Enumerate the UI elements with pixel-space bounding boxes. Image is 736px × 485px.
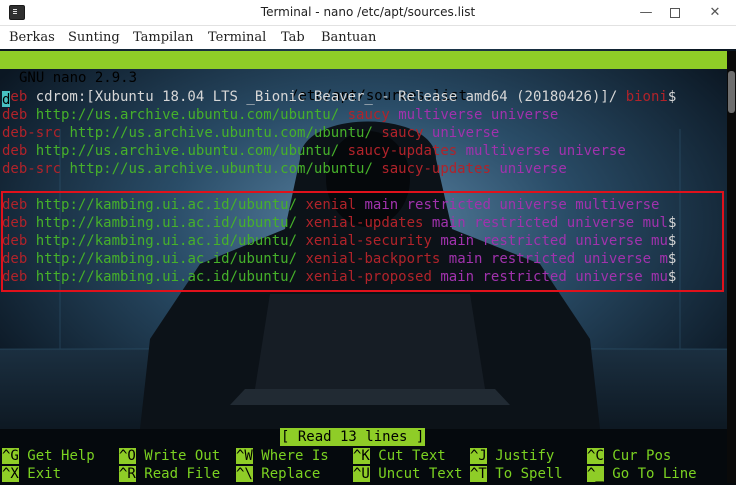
shortcut-write-out[interactable]: ^O Write Out	[119, 447, 220, 465]
menu-bantuan[interactable]: Bantuan	[321, 30, 376, 45]
line-1-overflow: $	[667, 89, 677, 105]
shortcut-get-help[interactable]: ^G Get Help	[2, 447, 95, 465]
line-4-components: multiverse universe	[465, 143, 626, 159]
line-5-command: deb-src	[2, 161, 62, 177]
line-5-suite: saucy-updates	[381, 161, 491, 177]
shortcut-to-spell[interactable]: ^T To Spell	[470, 465, 563, 483]
line-2-components: multiverse universe	[398, 107, 559, 123]
line-5-url: http://us.archive.ubuntu.com/ubuntu/	[69, 161, 373, 177]
menu-berkas[interactable]: Berkas	[9, 30, 55, 45]
line-3-command: deb-src	[2, 125, 62, 141]
line-3-suite: saucy	[381, 125, 424, 141]
line-4-url: http://us.archive.ubuntu.com/ubuntu/	[35, 143, 340, 159]
shortcut-where-is[interactable]: ^W Where Is	[236, 447, 329, 465]
shortcut-go-to-line[interactable]: ^_ Go To Line	[587, 465, 697, 483]
line-2-suite: saucy	[347, 107, 390, 123]
line-4-command: deb	[2, 143, 28, 159]
terminal-area[interactable]: GNU nano 2.9.3 /etc/apt/sources.list deb…	[0, 49, 736, 485]
shortcut-cut-text[interactable]: ^K Cut Text	[353, 447, 446, 465]
line-1-suite: bioni	[625, 89, 668, 105]
source-line-1[interactable]: deb cdrom:[Xubuntu 18.04 LTS _Bionic Bea…	[2, 88, 677, 108]
window-title: Terminal - nano /etc/apt/sources.list	[260, 5, 476, 19]
shortcut-exit[interactable]: ^X Exit	[2, 465, 61, 483]
shortcut-read-file[interactable]: ^R Read File	[119, 465, 220, 483]
nano-status-message: [ Read 13 lines ]	[280, 428, 426, 446]
source-line-2[interactable]: deb http://us.archive.ubuntu.com/ubuntu/…	[2, 106, 558, 124]
close-button[interactable]: ✕	[704, 3, 726, 23]
line-5-components: universe	[499, 161, 567, 177]
menu-bar: Berkas Sunting Tampilan Terminal Tab Ban…	[0, 26, 736, 49]
shortcut-cur-pos[interactable]: ^C Cur Pos	[587, 447, 671, 465]
line-1-command: eb	[10, 89, 28, 105]
line-2-url: http://us.archive.ubuntu.com/ubuntu/	[35, 107, 340, 123]
maximize-button[interactable]	[664, 3, 686, 23]
menu-sunting[interactable]: Sunting	[68, 30, 120, 45]
scrollbar-thumb[interactable]	[728, 71, 735, 113]
line-3-url: http://us.archive.ubuntu.com/ubuntu/	[69, 125, 373, 141]
shortcut-uncut-text[interactable]: ^U Uncut Text	[353, 465, 463, 483]
mirror-lines-highlight-box	[1, 191, 724, 292]
window-titlebar: Terminal - nano /etc/apt/sources.list — …	[0, 0, 736, 26]
menu-tampilan[interactable]: Tampilan	[133, 30, 194, 45]
source-line-3[interactable]: deb-src http://us.archive.ubuntu.com/ubu…	[2, 124, 499, 142]
minimize-button[interactable]: —	[635, 3, 657, 23]
line-4-suite: saucy-updates	[347, 143, 458, 159]
source-line-5[interactable]: deb-src http://us.archive.ubuntu.com/ubu…	[2, 160, 567, 178]
line-2-command: deb	[2, 107, 28, 123]
terminal-scrollbar[interactable]	[727, 51, 736, 483]
nano-header-bar: GNU nano 2.9.3 /etc/apt/sources.list	[0, 51, 727, 104]
source-line-4[interactable]: deb http://us.archive.ubuntu.com/ubuntu/…	[2, 142, 626, 160]
shortcut-replace[interactable]: ^\ Replace	[236, 465, 320, 483]
menu-tab[interactable]: Tab	[281, 30, 305, 45]
line-3-components: universe	[431, 125, 500, 141]
line-1-text: cdrom:[Xubuntu 18.04 LTS _Bionic Beaver_…	[35, 89, 626, 105]
menu-terminal[interactable]: Terminal	[208, 30, 266, 45]
nano-version: GNU nano 2.9.3	[19, 70, 138, 86]
shortcut-justify[interactable]: ^J Justify	[470, 447, 554, 465]
maximize-icon	[670, 8, 680, 18]
